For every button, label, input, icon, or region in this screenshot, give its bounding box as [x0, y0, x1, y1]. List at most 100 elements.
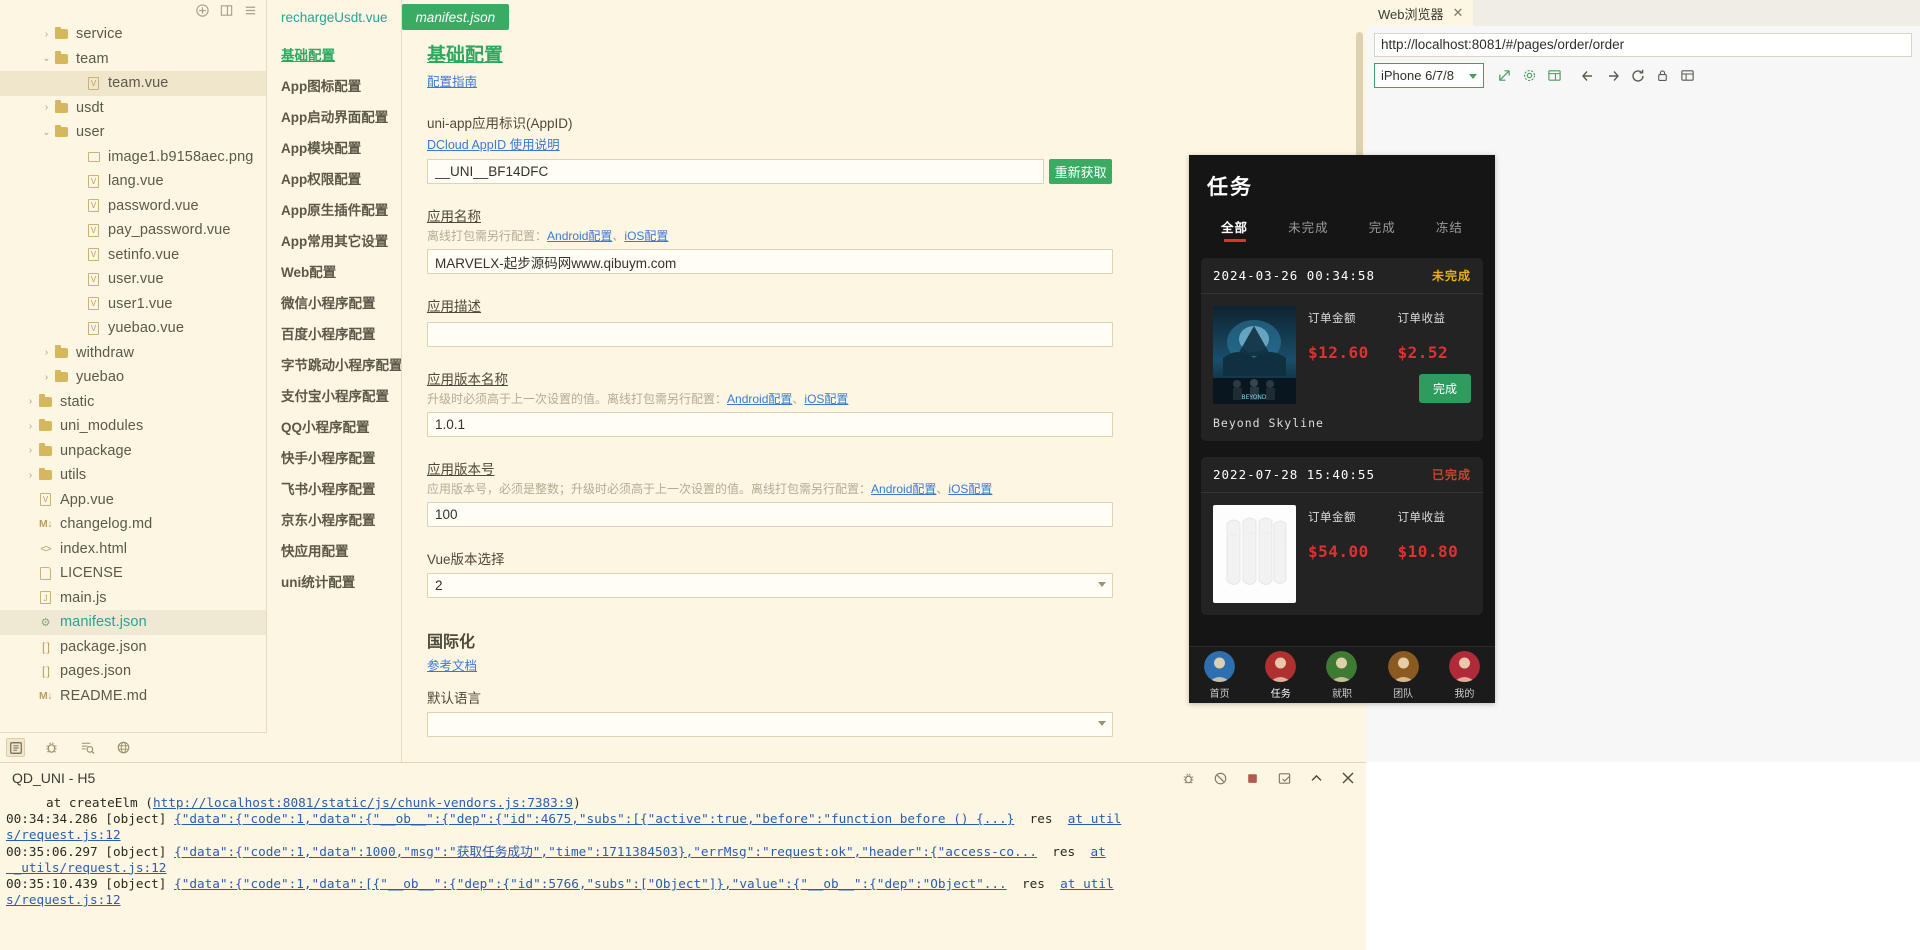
file-tree-item-user1-vue[interactable]: Vuser1.vue — [0, 292, 266, 317]
task-filter-tab[interactable]: 完成 — [1369, 217, 1396, 242]
android-config-link-1[interactable]: Android配置 — [547, 229, 612, 243]
twisty-icon[interactable]: › — [40, 29, 53, 40]
complete-task-button[interactable]: 完成 — [1418, 374, 1471, 403]
search-icon[interactable] — [78, 738, 97, 757]
manifest-nav-item[interactable]: App原生插件配置 — [267, 193, 401, 224]
task-filter-tab[interactable]: 未完成 — [1288, 217, 1329, 242]
twisty-icon[interactable]: ⌄ — [40, 53, 53, 64]
url-bar[interactable]: http://localhost:8081/#/pages/order/orde… — [1374, 33, 1912, 57]
device-selector[interactable]: iPhone 6/7/8 — [1374, 63, 1484, 88]
file-tree-item-app-vue[interactable]: V App.vue — [0, 488, 266, 513]
twisty-icon[interactable]: › — [24, 421, 37, 432]
add-icon[interactable] — [195, 3, 210, 18]
file-tree-item-pages-json[interactable]: [ ] pages.json — [0, 659, 266, 684]
file-tree-item-utils[interactable]: › utils — [0, 463, 266, 488]
appcode-input[interactable] — [427, 502, 1113, 527]
manifest-nav-item[interactable]: 字节跳动小程序配置 — [267, 348, 401, 379]
clear-icon[interactable] — [1212, 770, 1228, 786]
task-card[interactable]: 2022-07-28 15:40:55 已完成 订单金额 $54.00 订单收益 $10.… — [1201, 457, 1483, 615]
manifest-nav-item[interactable]: QQ小程序配置 — [267, 410, 401, 441]
file-tree-item-unpackage[interactable]: › unpackage — [0, 439, 266, 464]
stop-icon[interactable] — [1244, 770, 1260, 786]
file-tree-item-pay-password-vue[interactable]: Vpay_password.vue — [0, 218, 266, 243]
collapse-icon[interactable] — [219, 3, 234, 18]
file-tree-item-image1-b9158aec-png[interactable]: image1.b9158aec.png — [0, 145, 266, 170]
config-guide-link[interactable]: 配置指南 — [427, 75, 477, 89]
console-link[interactable]: at — [1090, 844, 1105, 859]
manifest-nav-item[interactable]: uni统计配置 — [267, 565, 401, 596]
bottom-nav-item[interactable]: 任务 — [1265, 650, 1297, 700]
close-icon[interactable]: ✕ — [1453, 5, 1464, 21]
default-language-select[interactable] — [427, 712, 1113, 737]
manifest-nav-item[interactable]: App图标配置 — [267, 69, 401, 100]
appdesc-input[interactable] — [427, 322, 1113, 347]
ios-config-link-3[interactable]: iOS配置 — [948, 482, 992, 496]
twisty-icon[interactable]: › — [40, 372, 53, 383]
explorer-icon[interactable] — [6, 738, 25, 757]
editor-tab-rechargeusdt[interactable]: rechargeUsdt.vue — [267, 4, 402, 30]
network-icon[interactable] — [114, 738, 133, 757]
console-link[interactable]: _utils/request.js:12 — [6, 860, 167, 875]
android-config-link-3[interactable]: Android配置 — [871, 482, 936, 496]
menu-icon[interactable] — [243, 3, 258, 18]
appname-input[interactable] — [427, 249, 1113, 274]
appver-input[interactable] — [427, 412, 1113, 437]
console-link[interactable]: at util — [1068, 811, 1121, 826]
bottom-nav-item[interactable]: 我的 — [1448, 650, 1480, 700]
refresh-appid-button[interactable]: 重新获取 — [1049, 159, 1112, 184]
bottom-nav-item[interactable]: 首页 — [1204, 650, 1236, 700]
manifest-nav-item[interactable]: 百度小程序配置 — [267, 317, 401, 348]
file-tree-item-license[interactable]: LICENSE — [0, 561, 266, 586]
android-config-link-2[interactable]: Android配置 — [727, 392, 792, 406]
file-tree-item-lang-vue[interactable]: Vlang.vue — [0, 169, 266, 194]
vue-version-select[interactable] — [427, 573, 1113, 598]
reload-icon[interactable] — [1625, 63, 1650, 88]
twisty-icon[interactable]: ⌄ — [40, 127, 53, 138]
browser-tab[interactable]: Web浏览器 ✕ — [1366, 0, 1474, 26]
twisty-icon[interactable]: › — [24, 470, 37, 481]
file-tree-item-yuebao[interactable]: › yuebao — [0, 365, 266, 390]
console-link[interactable]: {"data":{"code":1,"data":{"__ob__":{"dep… — [174, 811, 1014, 826]
manifest-nav-item[interactable]: 微信小程序配置 — [267, 286, 401, 317]
manifest-nav-item[interactable]: App启动界面配置 — [267, 100, 401, 131]
file-tree-item-index-html[interactable]: <> index.html — [0, 537, 266, 562]
forward-icon[interactable] — [1600, 63, 1625, 88]
file-tree-item-readme-md[interactable]: M↓ README.md — [0, 684, 266, 709]
file-tree-item-team-vue[interactable]: Vteam.vue — [0, 71, 266, 96]
file-tree-item-yuebao-vue[interactable]: Vyuebao.vue — [0, 316, 266, 341]
console-link[interactable]: s/request.js:12 — [6, 827, 121, 842]
file-tree-item-user-vue[interactable]: Vuser.vue — [0, 267, 266, 292]
console-output[interactable]: at createElm (http://localhost:8081/stat… — [0, 793, 1366, 949]
manifest-nav-item[interactable]: App模块配置 — [267, 131, 401, 162]
console-link[interactable]: at util — [1060, 876, 1113, 891]
manifest-nav-item[interactable]: Web配置 — [267, 255, 401, 286]
manifest-nav-item[interactable]: 快应用配置 — [267, 534, 401, 565]
lock-icon[interactable] — [1650, 63, 1675, 88]
twisty-icon[interactable]: › — [40, 347, 53, 358]
file-tree-item-main-js[interactable]: Jmain.js — [0, 586, 266, 611]
debug-icon[interactable] — [42, 738, 61, 757]
task-filter-tab[interactable]: 全部 — [1221, 217, 1248, 242]
file-tree[interactable]: › service ⌄ team Vteam.vue › usdt ⌄ user image1.b… — [0, 20, 266, 732]
devtools-icon[interactable] — [1542, 63, 1567, 88]
console-link[interactable]: {"data":{"code":1,"data":[{"__ob__":{"de… — [174, 876, 1007, 891]
collapse-icon[interactable] — [1308, 770, 1324, 786]
file-tree-item-package-json[interactable]: [ ] package.json — [0, 635, 266, 660]
open-external-icon[interactable] — [1492, 63, 1517, 88]
manifest-nav-item[interactable]: 京东小程序配置 — [267, 503, 401, 534]
twisty-icon[interactable]: › — [24, 445, 37, 456]
file-tree-item-usdt[interactable]: › usdt — [0, 96, 266, 121]
console-link[interactable]: http://localhost:8081/static/js/chunk-ve… — [153, 795, 573, 810]
close-icon[interactable] — [1340, 770, 1356, 786]
manifest-nav-item[interactable]: App常用其它设置 — [267, 224, 401, 255]
file-tree-item-manifest-json[interactable]: ⚙ manifest.json — [0, 610, 266, 635]
manifest-nav-item[interactable]: 快手小程序配置 — [267, 441, 401, 472]
bottom-tab-bar[interactable]: 首页 任务 就职 团队 我的 — [1189, 646, 1495, 703]
ios-config-link-1[interactable]: iOS配置 — [624, 229, 668, 243]
i18n-docs-link[interactable]: 参考文档 — [427, 659, 477, 673]
task-card[interactable]: 2024-03-26 00:34:58 未完成 BEYOND 订单金额 $12.60 订单… — [1201, 258, 1483, 441]
manifest-nav-list[interactable]: 基础配置 App图标配置 App启动界面配置 App模块配置 App权限配置 App原生插… — [267, 0, 402, 762]
file-tree-item-uni-modules[interactable]: › uni_modules — [0, 414, 266, 439]
settings-icon[interactable] — [1517, 63, 1542, 88]
twisty-icon[interactable]: › — [24, 396, 37, 407]
